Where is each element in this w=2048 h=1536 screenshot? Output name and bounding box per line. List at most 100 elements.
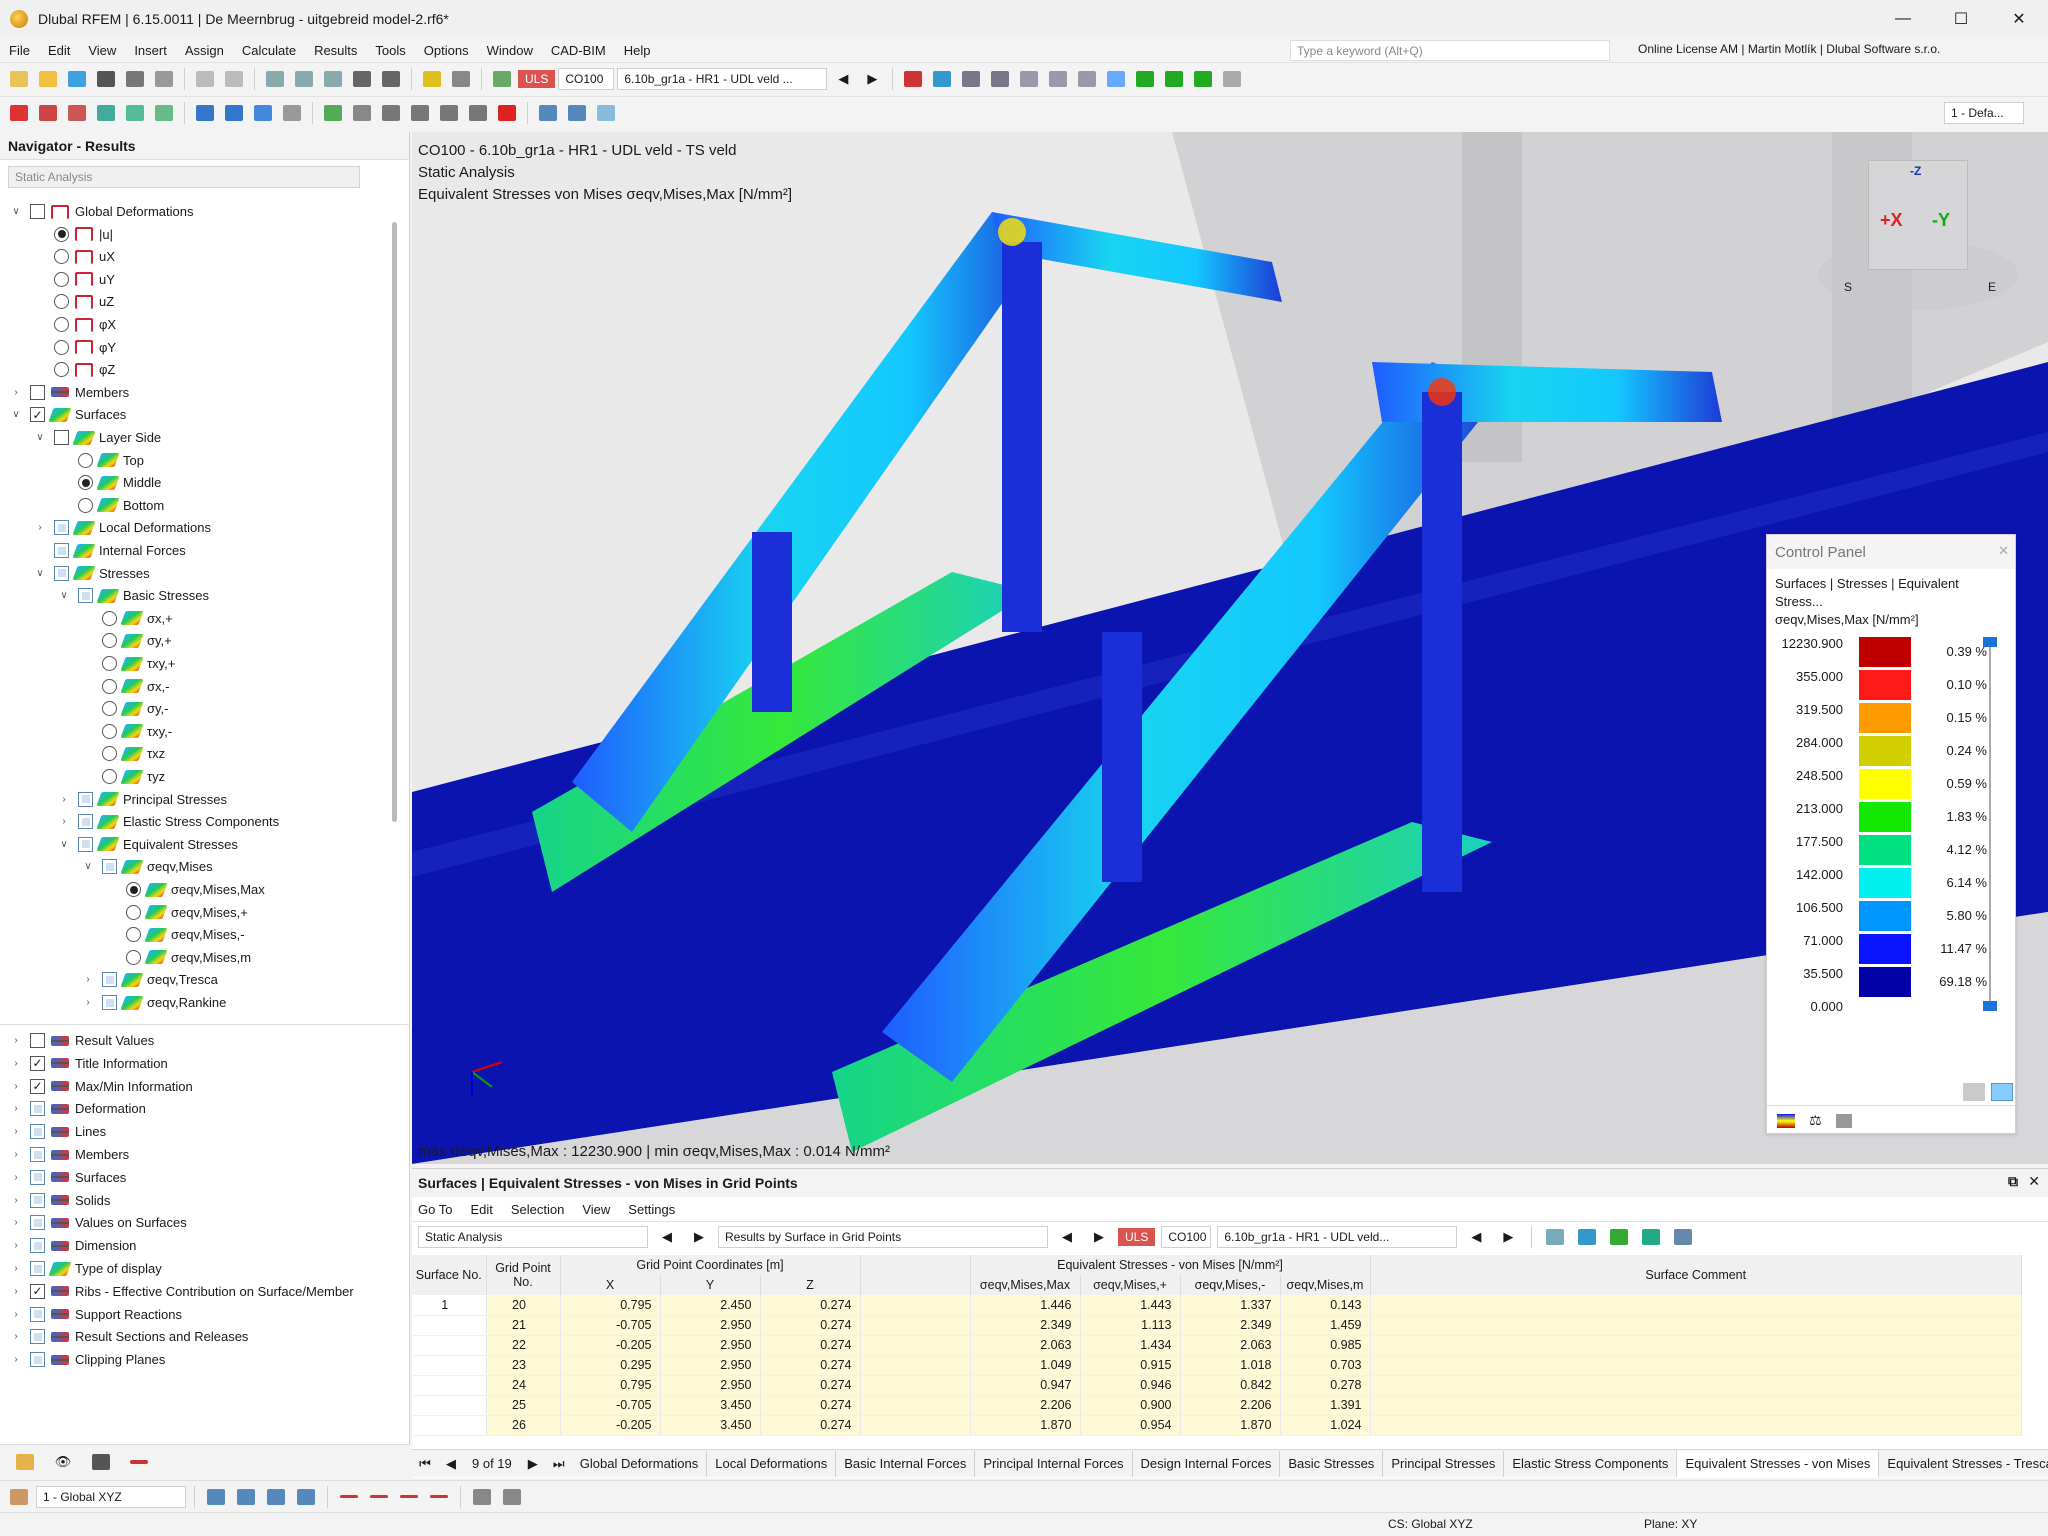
table-cell-x[interactable]: 0.295: [560, 1355, 661, 1376]
results-menu-edit[interactable]: Edit: [470, 1202, 492, 1217]
table-cell-gp[interactable]: 23: [486, 1355, 561, 1376]
checkbox-partial[interactable]: [30, 1101, 45, 1117]
table-row[interactable]: 1 20 0.795 2.450 0.274 1.446 1.443 1.337 0.143: [412, 1295, 2022, 1316]
results-mode-combo[interactable]: Results by Surface in Grid Points: [718, 1225, 1048, 1248]
display-tree-item[interactable]: › Clipping Planes: [10, 1348, 165, 1371]
table-cell-gp[interactable]: 24: [486, 1375, 561, 1396]
display-tree-item[interactable]: › ✓ Ribs - Effective Contribution on Surfa…: [10, 1280, 354, 1303]
checkbox-checked[interactable]: ✓: [30, 407, 45, 423]
tree-item[interactable]: τyz: [82, 765, 165, 788]
table-cell-gp[interactable]: 22: [486, 1335, 561, 1356]
expand-chevron-icon[interactable]: ›: [10, 1058, 22, 1069]
table-cell-empty[interactable]: [1370, 1355, 2022, 1376]
tree-item[interactable]: › Elastic Stress Components: [58, 810, 279, 833]
tree-item[interactable]: σx,+: [82, 607, 173, 630]
expand-chevron-icon[interactable]: ›: [10, 1263, 22, 1274]
expand-chevron-icon[interactable]: ›: [58, 794, 70, 805]
guideline-icon[interactable]: [499, 1485, 525, 1509]
col-y[interactable]: Y: [660, 1275, 761, 1295]
table-cell-plus[interactable]: 0.900: [1080, 1395, 1181, 1416]
table-cell-y[interactable]: 3.450: [660, 1395, 761, 1416]
axis-x-icon[interactable]: [1132, 67, 1158, 91]
view-selector[interactable]: 1 - Defa...: [1944, 101, 2024, 124]
member-icon[interactable]: [64, 101, 90, 125]
radio-button[interactable]: [78, 497, 93, 513]
table-cell-empty[interactable]: [860, 1335, 971, 1356]
checkbox-partial[interactable]: [30, 1329, 45, 1345]
export-icon[interactable]: [1606, 1225, 1632, 1249]
cube-face-plus-x[interactable]: +X: [1880, 210, 1903, 231]
checkbox-partial[interactable]: [78, 836, 93, 852]
data-tab-icon[interactable]: [12, 1450, 38, 1474]
legend-slider-min-handle[interactable]: [1983, 1001, 1997, 1011]
next-arrow-icon[interactable]: ▶: [1086, 1225, 1112, 1249]
section-icon[interactable]: [279, 101, 305, 125]
table-cell-y[interactable]: 2.950: [660, 1375, 761, 1396]
table-cell-m[interactable]: 1.391: [1280, 1395, 1371, 1416]
results-icon[interactable]: [489, 67, 515, 91]
radio-button[interactable]: [54, 317, 69, 332]
radio-button[interactable]: [102, 610, 117, 626]
search-input[interactable]: Type a keyword (Alt+Q): [1290, 40, 1610, 61]
results-menu-selection[interactable]: Selection: [511, 1202, 564, 1217]
expand-chevron-icon[interactable]: ∨: [58, 590, 70, 601]
table-cell-max[interactable]: 0.947: [970, 1375, 1081, 1396]
calculator-icon[interactable]: [378, 67, 404, 91]
expand-chevron-icon[interactable]: ›: [10, 1195, 22, 1206]
checkbox-partial[interactable]: [102, 859, 117, 875]
table-cell-minus[interactable]: 2.063: [1180, 1335, 1281, 1356]
table-cell-z[interactable]: 0.274: [760, 1355, 861, 1376]
display-tree-item[interactable]: › Result Values: [10, 1029, 154, 1052]
radio-button[interactable]: [102, 633, 117, 649]
snap-object-icon[interactable]: [233, 1485, 259, 1509]
expand-chevron-icon[interactable]: ›: [10, 1217, 22, 1228]
display-tree-item[interactable]: › Result Sections and Releases: [10, 1325, 248, 1348]
hinge-icon[interactable]: [221, 101, 247, 125]
prev-arrow-icon[interactable]: ◀: [1463, 1225, 1489, 1249]
expand-chevron-icon[interactable]: ›: [10, 1309, 22, 1320]
views-tab-icon[interactable]: [88, 1450, 114, 1474]
view-iso-icon[interactable]: [987, 67, 1013, 91]
table-row[interactable]: 22 -0.205 2.950 0.274 2.063 1.434 2.063 0.985: [412, 1335, 2022, 1356]
tree-item[interactable]: σy,+: [82, 629, 172, 652]
filter-icon[interactable]: [1219, 67, 1245, 91]
tree-item[interactable]: ∨ Stresses: [34, 562, 150, 585]
results-tab[interactable]: Equivalent Stresses - von Mises: [1677, 1450, 1880, 1477]
table-cell-empty[interactable]: [860, 1315, 971, 1336]
col-surface-comment[interactable]: Surface Comment: [1370, 1255, 2022, 1295]
table-cell-gp[interactable]: 26: [486, 1415, 561, 1436]
tree-item[interactable]: › σeqv,Rankine: [82, 991, 226, 1014]
move-icon[interactable]: [407, 101, 433, 125]
display-tree-item[interactable]: › Lines: [10, 1120, 106, 1143]
expand-chevron-icon[interactable]: ∨: [34, 568, 46, 579]
tree-item[interactable]: φY: [34, 336, 116, 359]
radio-button[interactable]: [126, 949, 141, 965]
results-menu-goto[interactable]: Go To: [418, 1202, 452, 1217]
first-page-icon[interactable]: ⏮: [412, 1452, 438, 1476]
results-tab[interactable]: Design Internal Forces: [1133, 1450, 1281, 1477]
table-cell-x[interactable]: -0.205: [560, 1415, 661, 1436]
checkbox[interactable]: [30, 1033, 45, 1048]
checkbox-partial[interactable]: [30, 1169, 45, 1185]
load-icon[interactable]: [250, 101, 276, 125]
osnap-icon[interactable]: [293, 1485, 319, 1509]
table-cell-y[interactable]: 2.950: [660, 1335, 761, 1356]
prev-arrow-icon[interactable]: ◀: [654, 1225, 680, 1249]
snap-icon[interactable]: [320, 101, 346, 125]
close-results-icon[interactable]: ✕: [2028, 1173, 2040, 1190]
table-cell-surface[interactable]: 1: [412, 1295, 487, 1316]
menu-assign[interactable]: Assign: [176, 43, 233, 58]
open-file-icon[interactable]: [35, 67, 61, 91]
maximize-icon[interactable]: ☐: [1932, 0, 1990, 38]
checkbox-partial[interactable]: [54, 543, 69, 558]
expand-chevron-icon[interactable]: ›: [10, 1286, 22, 1297]
expand-chevron-icon[interactable]: ›: [58, 816, 70, 827]
table-cell-empty[interactable]: [860, 1375, 971, 1396]
select-icon[interactable]: [1542, 1225, 1568, 1249]
tree-item[interactable]: τxz: [82, 742, 165, 765]
next-arrow-icon[interactable]: ▶: [859, 67, 885, 91]
radio-button[interactable]: [102, 769, 117, 784]
delete-icon[interactable]: [494, 101, 520, 125]
menu-help[interactable]: Help: [615, 43, 660, 58]
view-cube[interactable]: +X -Y -Z S E: [1818, 160, 2018, 320]
